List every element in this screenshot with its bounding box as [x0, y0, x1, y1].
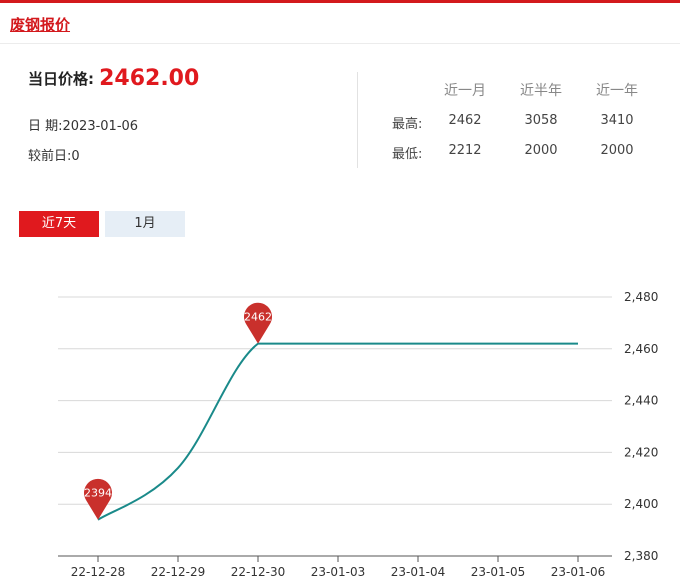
price-row: 当日价格: 2462.00	[28, 66, 199, 91]
stat-low-year: 2000	[600, 143, 634, 158]
x-tick-label: 22-12-28	[71, 565, 125, 579]
x-tick-label: 22-12-29	[151, 565, 205, 579]
date-label: 日 期:	[28, 119, 63, 134]
summary-divider	[357, 72, 358, 168]
stat-high-halfyear: 3058	[524, 113, 558, 128]
stat-col-halfyear: 近半年	[520, 83, 562, 99]
page-title[interactable]: 废钢报价	[10, 14, 70, 35]
x-tick-label: 23-01-03	[311, 565, 365, 579]
marker-label: 2462	[244, 311, 272, 324]
change-row: 较前日:0	[28, 145, 80, 164]
y-tick-label: 2,440	[624, 394, 658, 408]
date-row: 日 期:2023-01-06	[28, 115, 138, 134]
stat-col-month: 近一月	[444, 83, 486, 99]
header: 废钢报价	[0, 3, 680, 44]
stat-high-month: 2462	[448, 113, 482, 128]
price-line-chart: 2,380 2,400 2,420 2,440 2,460 2,480 22-12-28 22…	[58, 290, 658, 579]
x-tick-label: 23-01-04	[391, 565, 445, 579]
date-value: 2023-01-06	[62, 119, 139, 134]
x-tick-label: 23-01-05	[471, 565, 525, 579]
change-label: 较前日:	[28, 149, 72, 164]
y-tick-label: 2,400	[624, 497, 658, 511]
y-tick-label: 2,380	[624, 549, 658, 563]
stat-low-month: 2212	[448, 143, 482, 158]
y-tick-label: 2,460	[624, 342, 658, 356]
x-tick-label: 23-01-06	[551, 565, 605, 579]
stat-low-halfyear: 2000	[524, 143, 558, 158]
tab-7-days[interactable]: 近7天	[19, 211, 99, 237]
x-tick-label: 22-12-30	[231, 565, 285, 579]
marker-label: 2394	[84, 487, 112, 500]
tab-1-month[interactable]: 1月	[105, 211, 185, 237]
price-value: 2462.00	[99, 66, 200, 91]
stat-high-year: 3410	[600, 113, 634, 128]
series-line	[97, 342, 578, 521]
y-tick-label: 2,420	[624, 445, 658, 459]
change-value: 0	[71, 149, 80, 164]
price-label: 当日价格:	[28, 70, 94, 88]
stat-col-year: 近一年	[596, 83, 638, 99]
y-tick-label: 2,480	[624, 290, 658, 304]
